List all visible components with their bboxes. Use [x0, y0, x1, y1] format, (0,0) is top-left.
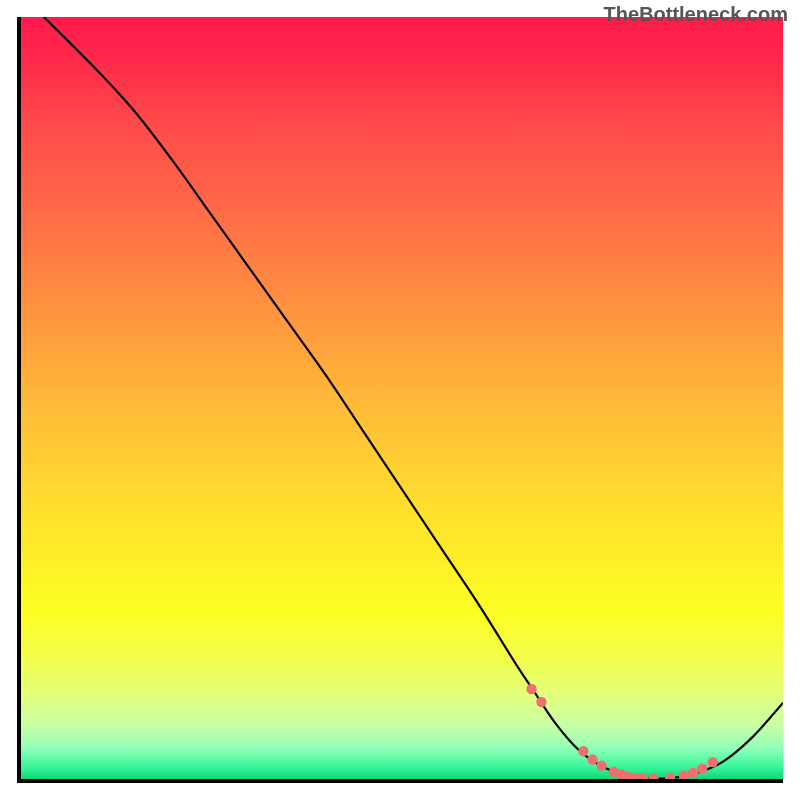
highlight-dot — [665, 773, 675, 779]
highlight-dot — [587, 754, 597, 764]
highlight-dot — [708, 757, 718, 767]
highlight-dot — [536, 697, 546, 707]
highlight-markers — [526, 684, 718, 779]
highlight-dot — [688, 768, 698, 778]
bottleneck-curve — [44, 17, 783, 779]
highlight-dot — [596, 760, 606, 770]
highlight-dot — [578, 746, 588, 756]
chart-svg — [21, 17, 783, 779]
highlight-dot — [697, 764, 707, 774]
highlight-dot — [679, 770, 689, 779]
highlight-dot — [526, 684, 536, 694]
highlight-dot — [648, 773, 658, 779]
chart-plot-area — [17, 17, 783, 783]
watermark-text: TheBottleneck.com — [604, 4, 788, 27]
